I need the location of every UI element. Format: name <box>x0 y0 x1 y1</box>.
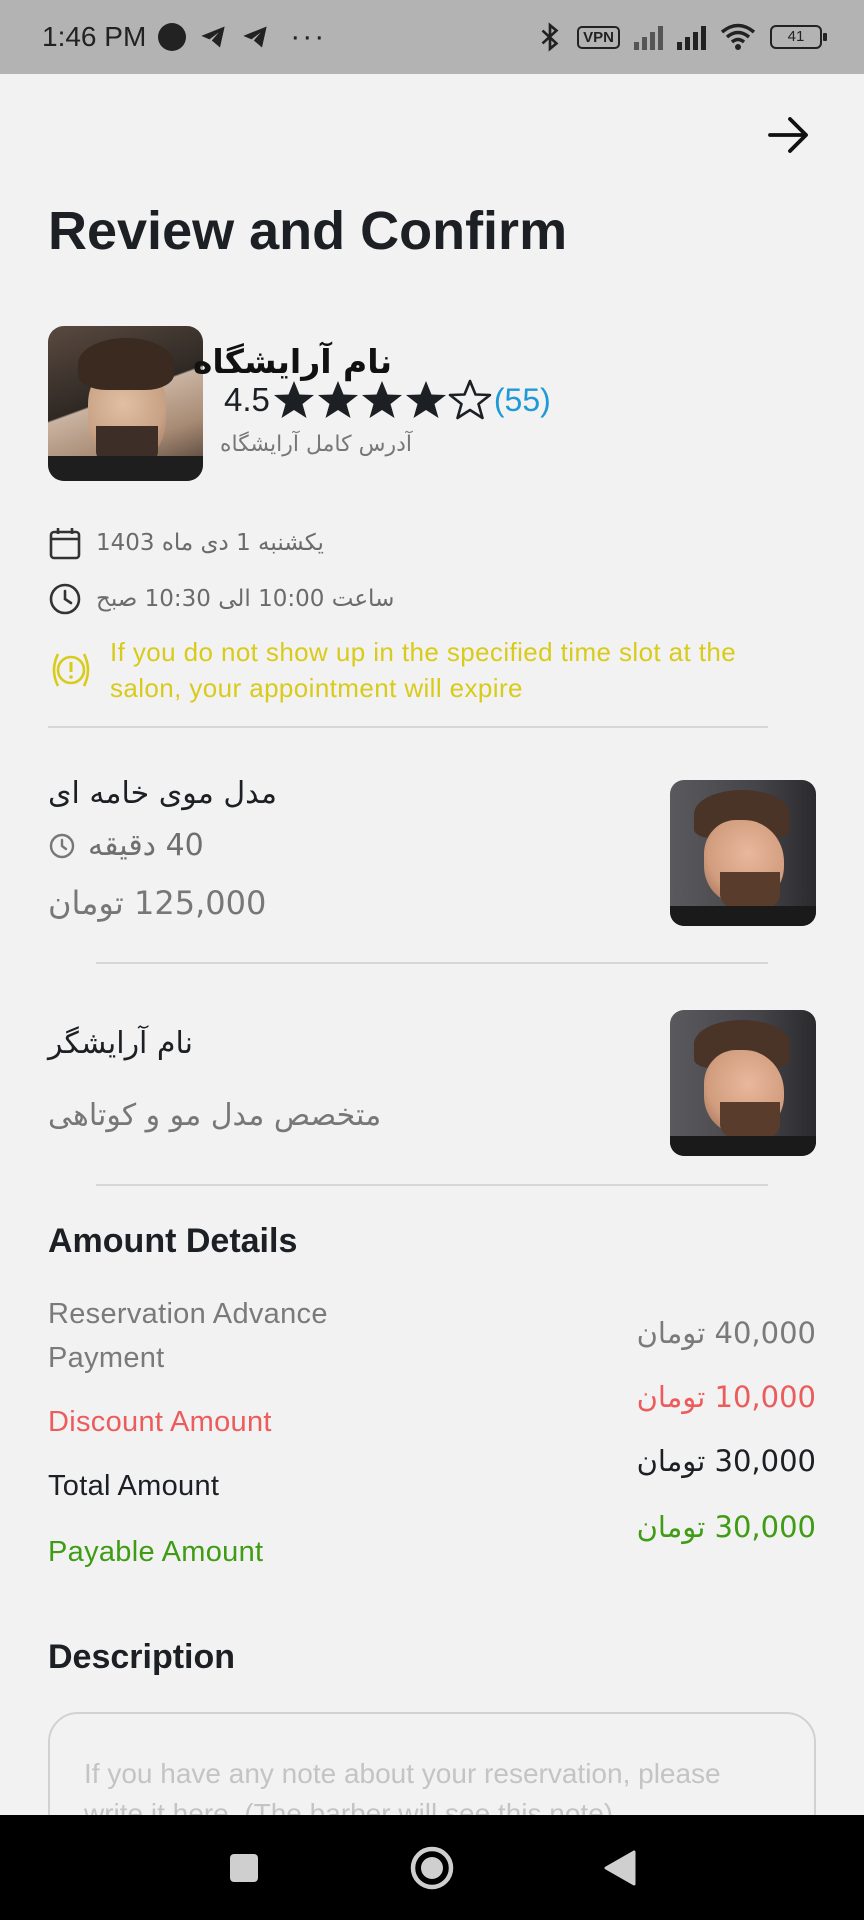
service-price: 125,000 تومان <box>48 884 267 922</box>
barber-name: نام آرایشگر <box>48 1026 193 1061</box>
signal-icon <box>634 24 663 50</box>
telegram-icon-2 <box>243 26 267 48</box>
salon-photo <box>48 326 203 481</box>
battery-icon: 41 <box>770 25 827 49</box>
square-icon <box>230 1853 258 1882</box>
rating-stars <box>272 378 492 422</box>
appointment-date: یکشنبه 1 دی ماه 1403 <box>96 530 324 556</box>
star-filled-icon <box>317 381 358 418</box>
duration-clock-icon <box>49 833 75 858</box>
warning-text: If you do not show up in the specified t… <box>110 637 737 703</box>
divider <box>48 726 768 728</box>
page-title: Review and Confirm <box>48 201 568 261</box>
status-left: 1:46 PM ··· <box>42 20 326 54</box>
salon-name: نام آرایشگاه <box>192 342 392 381</box>
star-filled-icon <box>273 381 314 418</box>
appointment-date-row: یکشنبه 1 دی ماه 1403 <box>48 526 324 560</box>
total-label: Total Amount <box>48 1470 220 1502</box>
home-circle-icon <box>410 1846 454 1889</box>
payable-label: Payable Amount <box>48 1536 264 1568</box>
vpn-badge: VPN <box>577 25 620 49</box>
divider <box>96 962 768 964</box>
alert-icon <box>52 653 90 687</box>
service-name: مدل موی خامه ای <box>48 776 277 811</box>
expiry-warning: If you do not show up in the specified t… <box>48 634 788 706</box>
recent-apps-button[interactable] <box>219 1843 269 1893</box>
amount-details-title: Amount Details <box>48 1222 298 1260</box>
barber-specialty: متخصص مدل مو و کوتاهی <box>48 1098 382 1133</box>
rating-value: 4.5 <box>224 381 270 418</box>
system-nav-bar <box>0 1815 864 1920</box>
description-title: Description <box>48 1638 236 1676</box>
back-arrow-icon[interactable] <box>766 112 812 158</box>
status-time: 1:46 PM <box>42 21 147 52</box>
bluetooth-icon <box>541 22 559 52</box>
status-right: VPN 41 <box>537 22 827 52</box>
review-count[interactable]: (55) <box>494 382 551 419</box>
service-duration-row: 40 دقیقه <box>48 828 204 863</box>
salon-rating: 4.5 (55) <box>224 378 551 422</box>
advance-payment-value: 40,000 تومان <box>636 1316 816 1350</box>
clock-icon <box>49 583 81 615</box>
star-empty-icon <box>448 379 492 420</box>
calendar-icon <box>49 528 81 560</box>
service-duration: 40 دقیقه <box>88 828 204 863</box>
wifi-icon <box>720 23 756 50</box>
advance-payment-label: Reservation Advance Payment <box>48 1298 328 1374</box>
total-value: 30,000 تومان <box>636 1444 816 1478</box>
signal-icon-2 <box>677 24 706 50</box>
discount-value: 10,000 تومان <box>636 1380 816 1414</box>
divider <box>96 1184 768 1186</box>
back-triangle-icon <box>604 1850 636 1885</box>
salon-address: آدرس کامل آرایشگاه <box>220 432 412 457</box>
notification-dot-icon <box>158 23 187 51</box>
telegram-icon <box>201 26 225 48</box>
payable-value: 30,000 تومان <box>636 1510 816 1544</box>
service-photo <box>670 780 816 926</box>
more-notifications-icon: ··· <box>290 20 327 53</box>
discount-label: Discount Amount <box>48 1406 272 1438</box>
home-button[interactable] <box>407 1843 457 1893</box>
status-bar: 1:46 PM ··· VPN 41 <box>0 0 864 74</box>
barber-photo <box>670 1010 816 1156</box>
star-filled-icon <box>361 381 402 418</box>
appointment-time-row: ساعت 10:00 الی 10:30 صبح <box>48 582 394 616</box>
star-filled-icon <box>405 381 446 418</box>
back-button[interactable] <box>595 1843 645 1893</box>
appointment-time: ساعت 10:00 الی 10:30 صبح <box>96 586 395 612</box>
